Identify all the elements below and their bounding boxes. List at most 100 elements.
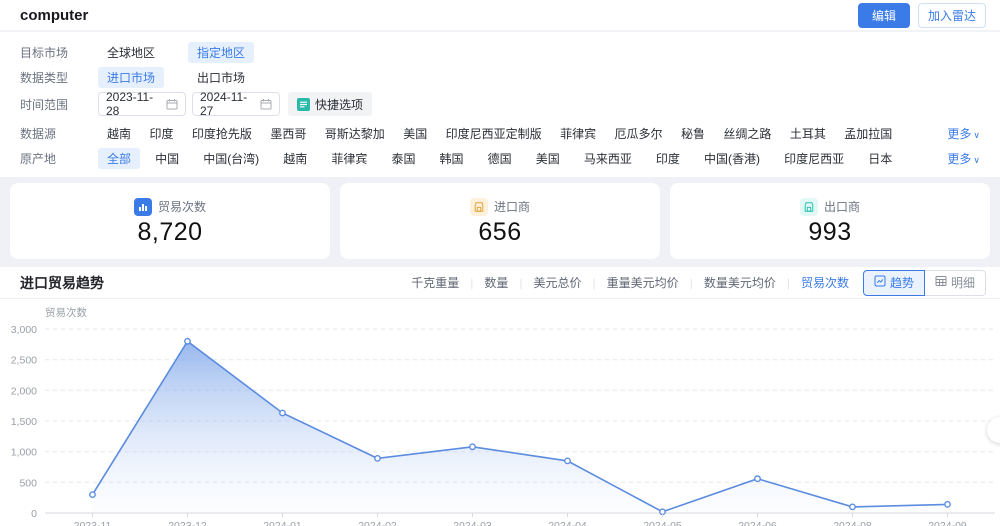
origin-option[interactable]: 德国 [479, 148, 521, 169]
trend-line-chart: 贸易次数05001,0001,5002,0002,5003,0002023-11… [0, 303, 1000, 526]
card-header: 贸易次数 [134, 198, 206, 216]
svg-text:2024-04: 2024-04 [548, 520, 587, 526]
trend-title: 进口贸易趋势 [20, 273, 104, 293]
metric-option[interactable]: 数量美元均价 [679, 274, 776, 291]
view-toggle-group: 趋势 明细 [863, 270, 986, 296]
data-source-option[interactable]: 墨西哥 [261, 123, 315, 144]
card-value: 8,720 [137, 218, 202, 247]
filter-row-origin: 原产地 全部中国中国(台湾) 越南菲律宾泰国韩国德国美国马来西亚印度中国(香港) 印… [20, 147, 980, 169]
data-source-option[interactable]: 印度尼西亚定制版 [437, 123, 551, 144]
origin-option[interactable]: 泰国 [382, 148, 424, 169]
svg-text:2024-08: 2024-08 [833, 520, 872, 526]
origin-option[interactable]: 马来西亚 [575, 148, 641, 169]
data-source-option[interactable]: 印度抢先版 [183, 123, 261, 144]
data-source-option[interactable]: 土耳其 [781, 123, 835, 144]
end-date-value: 2024-11-27 [200, 90, 260, 118]
filter-label: 原产地 [20, 150, 76, 167]
table-icon [935, 275, 947, 290]
stat-card-importers: 进口商 656 [340, 183, 660, 259]
detail-view-label: 明细 [951, 274, 975, 291]
detail-view-button[interactable]: 明细 [925, 270, 986, 296]
stat-cards: 贸易次数 8,720 进口商 656 出口商 993 [0, 177, 1000, 259]
origin-option[interactable]: 中国(台湾) [194, 148, 268, 169]
metric-option[interactable]: 重量美元均价 [582, 274, 679, 291]
origin-option[interactable]: 日本 [859, 148, 901, 169]
exporter-store-icon [800, 198, 818, 216]
filter-row-target-market: 目标市场 全球地区 指定地区 [20, 41, 980, 63]
svg-text:2024-02: 2024-02 [358, 520, 397, 526]
data-source-option[interactable]: 美国 [394, 123, 436, 144]
quick-options-label: 快捷选项 [315, 96, 363, 113]
data-source-option[interactable]: 孟加拉国 [835, 123, 901, 144]
target-market-options: 全球地区 指定地区 [98, 42, 254, 63]
start-date-value: 2023-11-28 [106, 90, 166, 118]
card-value: 656 [478, 218, 521, 247]
filter-row-data-source: 数据源 越南印度印度抢先版墨西哥哥斯达黎加美国印度尼西亚定制版菲律宾厄瓜多尔秘鲁… [20, 122, 980, 144]
stat-card-trade-count: 贸易次数 8,720 [10, 183, 330, 259]
end-date-input[interactable]: 2024-11-27 [192, 92, 280, 116]
card-label: 贸易次数 [158, 198, 206, 215]
origin-option[interactable]: 越南 [274, 148, 316, 169]
trend-view-button[interactable]: 趋势 [863, 270, 925, 296]
origin-option[interactable]: 印度 [647, 148, 689, 169]
card-header: 出口商 [800, 198, 860, 216]
metric-option[interactable]: 数量 [459, 274, 508, 291]
start-date-input[interactable]: 2023-11-28 [98, 92, 186, 116]
trend-panel: 进口贸易趋势 千克重量数量美元总价重量美元均价数量美元均价贸易次数 趋势 明细 [0, 267, 1000, 526]
filter-label: 数据类型 [20, 69, 76, 86]
origin-option[interactable]: 美国 [527, 148, 569, 169]
filter-label: 时间范围 [20, 96, 76, 113]
trend-view-label: 趋势 [890, 274, 914, 291]
top-header: computer 编辑 加入雷达 [0, 0, 1000, 32]
filter-row-data-type: 数据类型 进口市场 出口市场 [20, 66, 980, 88]
data-source-option[interactable]: 秘鲁 [672, 123, 714, 144]
svg-text:2,500: 2,500 [11, 355, 37, 367]
data-source-options: 越南印度印度抢先版墨西哥哥斯达黎加美国印度尼西亚定制版菲律宾厄瓜多尔秘鲁丝绸之路… [98, 123, 947, 144]
data-type-option[interactable]: 进口市场 [98, 67, 164, 88]
filter-label: 数据源 [20, 125, 76, 142]
metric-option[interactable]: 千克重量 [411, 274, 459, 291]
data-type-options: 进口市场 出口市场 [98, 67, 254, 88]
edit-button[interactable]: 编辑 [858, 3, 910, 28]
metric-option[interactable]: 贸易次数 [776, 274, 849, 291]
card-value: 993 [808, 218, 851, 247]
importer-store-icon [470, 198, 488, 216]
svg-text:2,000: 2,000 [11, 385, 37, 397]
card-label: 出口商 [824, 198, 860, 215]
more-label: 更多 [947, 127, 971, 141]
target-market-option[interactable]: 指定地区 [188, 42, 254, 63]
metric-options: 千克重量数量美元总价重量美元均价数量美元均价贸易次数 [411, 274, 849, 291]
target-market-option[interactable]: 全球地区 [98, 42, 164, 63]
svg-text:2024-06: 2024-06 [738, 520, 777, 526]
origin-more-link[interactable]: 更多∨ [947, 150, 980, 167]
more-label: 更多 [947, 152, 971, 166]
data-source-more-link[interactable]: 更多∨ [947, 125, 980, 142]
join-radar-button[interactable]: 加入雷达 [918, 3, 986, 28]
svg-text:2024-03: 2024-03 [453, 520, 492, 526]
quick-options-button[interactable]: 快捷选项 [288, 92, 372, 116]
trend-header: 进口贸易趋势 千克重量数量美元总价重量美元均价数量美元均价贸易次数 趋势 明细 [0, 267, 1000, 299]
data-source-option[interactable]: 印度 [140, 123, 182, 144]
origin-options: 全部中国中国(台湾) 越南菲律宾泰国韩国德国美国马来西亚印度中国(香港) 印度尼西亚… [98, 148, 947, 169]
origin-option[interactable]: 全部 [98, 148, 140, 169]
svg-text:2023-11: 2023-11 [74, 520, 112, 526]
data-source-option[interactable]: 菲律宾 [551, 123, 605, 144]
svg-text:1,500: 1,500 [11, 416, 37, 428]
metric-option[interactable]: 美元总价 [508, 274, 581, 291]
origin-option[interactable]: 菲律宾 [322, 148, 376, 169]
data-source-option[interactable]: 丝绸之路 [714, 123, 780, 144]
origin-option[interactable]: 韩国 [431, 148, 473, 169]
data-source-option[interactable]: 哥斯达黎加 [316, 123, 394, 144]
origin-option[interactable]: 中国 [146, 148, 188, 169]
origin-option[interactable]: 印度尼西亚 [775, 148, 853, 169]
svg-text:1,000: 1,000 [11, 447, 37, 459]
data-type-option[interactable]: 出口市场 [188, 67, 254, 88]
data-source-option[interactable]: 厄瓜多尔 [606, 123, 672, 144]
chevron-down-icon: ∨ [973, 130, 980, 140]
filter-label: 目标市场 [20, 44, 76, 61]
data-source-option[interactable]: 越南 [98, 123, 140, 144]
trade-dashboard: computer 编辑 加入雷达 目标市场 全球地区 指定地区 数据类型 进口市场… [0, 0, 1000, 526]
line-chart-icon [874, 275, 886, 290]
filter-row-time-range: 时间范围 2023-11-28 2024-11-27 快捷选项 [20, 91, 980, 117]
origin-option[interactable]: 中国(香港) [695, 148, 769, 169]
